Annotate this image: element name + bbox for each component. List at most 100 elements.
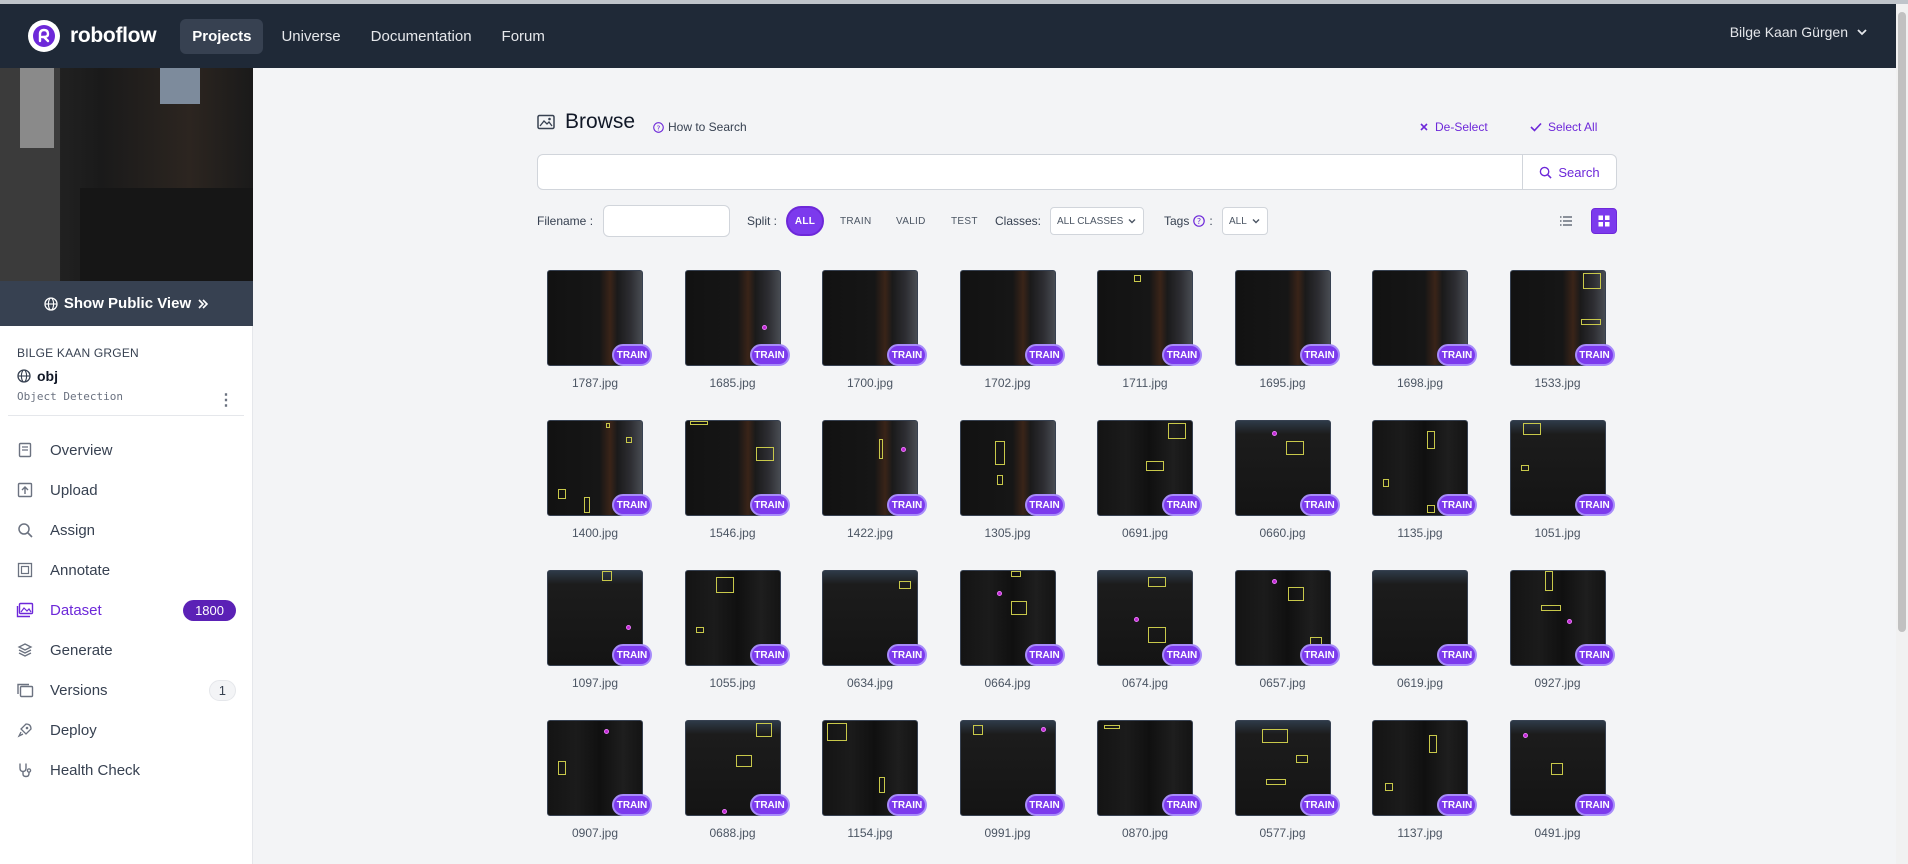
nav-universe[interactable]: Universe (269, 19, 352, 54)
deselect-button[interactable]: De-Select (1419, 120, 1488, 134)
split-badge: TRAIN (1162, 494, 1202, 516)
image-card[interactable]: TRAIN 0491.jpg (1500, 720, 1615, 850)
sidebar-item-deploy[interactable]: Deploy (0, 710, 252, 750)
user-menu[interactable]: Bilge Kaan Gürgen (1730, 24, 1868, 40)
image-card[interactable]: TRAIN 0657.jpg (1225, 570, 1340, 700)
how-to-search-link[interactable]: ? How to Search (653, 120, 747, 134)
sidebar-item-label: Health Check (50, 761, 141, 779)
grid-view-button[interactable] (1591, 208, 1617, 234)
svg-text:?: ? (657, 123, 661, 132)
sidebar-item-generate[interactable]: Generate (0, 630, 252, 670)
split-test-pill[interactable]: TEST (951, 204, 978, 238)
split-badge: TRAIN (1437, 644, 1477, 666)
image-card[interactable]: TRAIN 0634.jpg (812, 570, 927, 700)
image-card[interactable]: TRAIN 0660.jpg (1225, 420, 1340, 550)
sidebar-item-upload[interactable]: Upload (0, 470, 252, 510)
image-card[interactable]: TRAIN 1685.jpg (675, 270, 790, 400)
nav-forum[interactable]: Forum (490, 19, 557, 54)
image-card[interactable]: TRAIN 0664.jpg (950, 570, 1065, 700)
split-badge: TRAIN (1299, 494, 1340, 516)
user-name: Bilge Kaan Gürgen (1729, 24, 1848, 40)
image-filename: 0674.jpg (1121, 676, 1169, 690)
image-filename: 1051.jpg (1534, 526, 1581, 540)
image-filename: 1702.jpg (984, 376, 1031, 390)
image-card[interactable]: TRAIN 1787.jpg (537, 270, 652, 400)
split-train-pill[interactable]: TRAIN (840, 204, 872, 238)
image-card[interactable]: TRAIN 1698.jpg (1362, 270, 1477, 400)
sidebar-item-health-check[interactable]: Health Check (0, 750, 252, 790)
image-card[interactable]: TRAIN 0619.jpg (1362, 570, 1477, 700)
svg-text:?: ? (1197, 217, 1201, 226)
chevron-down-icon (1857, 29, 1867, 36)
sidebar-item-label: Versions (50, 681, 108, 699)
image-filename: 1695.jpg (1259, 376, 1306, 390)
image-card[interactable]: TRAIN 1135.jpg (1362, 420, 1477, 550)
image-card[interactable]: TRAIN 0691.jpg (1087, 420, 1202, 550)
image-card[interactable]: TRAIN 1700.jpg (812, 270, 927, 400)
filename-input[interactable] (603, 205, 730, 237)
nav-projects[interactable]: Projects (180, 18, 264, 54)
sidebar-item-assign[interactable]: Assign (0, 510, 252, 550)
stethoscope-icon (15, 760, 35, 780)
page-scrollbar[interactable] (1896, 4, 1908, 864)
page: { "nav": { "brand": "roboflow", "links":… (0, 0, 1908, 864)
dataset-count-badge: 1800 (183, 599, 236, 621)
image-card[interactable]: TRAIN 1154.jpg (812, 720, 927, 850)
versions-count-badge: 1 (208, 679, 236, 701)
image-filename: 1305.jpg (984, 526, 1031, 540)
image-card[interactable]: TRAIN 0907.jpg (537, 720, 652, 850)
sidebar-item-versions[interactable]: Versions 1 (0, 670, 252, 710)
split-all-pill[interactable]: ALL (786, 206, 824, 236)
image-filename: 1055.jpg (709, 676, 756, 690)
select-all-button[interactable]: Select All (1530, 120, 1597, 134)
sidebar-item-label: Generate (50, 641, 113, 659)
image-card[interactable]: TRAIN 1695.jpg (1225, 270, 1340, 400)
sidebar-item-overview[interactable]: Overview (0, 430, 252, 470)
question-circle-icon: ? (653, 121, 664, 133)
image-card[interactable]: TRAIN 0688.jpg (675, 720, 790, 850)
show-public-view-button[interactable]: Show Public View (0, 281, 253, 326)
image-filename: 0491.jpg (1534, 826, 1581, 840)
search-button[interactable]: Search (1523, 154, 1617, 190)
image-card[interactable]: TRAIN 1702.jpg (950, 270, 1065, 400)
nav-documentation[interactable]: Documentation (359, 19, 484, 54)
image-card[interactable]: TRAIN 1400.jpg (537, 420, 652, 550)
split-badge: TRAIN (1574, 644, 1615, 666)
project-options-kebab-icon[interactable]: ⋮ (218, 390, 234, 410)
browse-title-text: Browse (565, 110, 636, 133)
image-filename: 0927.jpg (1534, 676, 1581, 690)
split-badge: TRAIN (749, 794, 790, 816)
project-name-row: obj (17, 368, 252, 384)
image-card[interactable]: TRAIN 1305.jpg (950, 420, 1065, 550)
image-card[interactable]: TRAIN 0870.jpg (1087, 720, 1202, 850)
split-badge: TRAIN (1162, 344, 1202, 366)
search-button-label: Search (1558, 164, 1600, 180)
image-card[interactable]: TRAIN 0674.jpg (1087, 570, 1202, 700)
image-card[interactable]: TRAIN 1051.jpg (1500, 420, 1615, 550)
image-card[interactable]: TRAIN 1546.jpg (675, 420, 790, 550)
image-filename: 0907.jpg (571, 826, 619, 840)
classes-dropdown[interactable]: ALL CLASSES (1050, 207, 1145, 235)
scrollbar-thumb[interactable] (1898, 12, 1906, 632)
question-circle-icon[interactable]: ? (1193, 215, 1206, 227)
image-card[interactable]: TRAIN 1533.jpg (1500, 270, 1615, 400)
image-filename: 1135.jpg (1397, 526, 1443, 540)
image-card[interactable]: TRAIN 1137.jpg (1362, 720, 1477, 850)
roboflow-logo[interactable]: roboflow (28, 16, 157, 56)
tags-label: Tags (1164, 214, 1190, 228)
split-valid-pill[interactable]: VALID (896, 204, 926, 238)
tags-dropdown[interactable]: ALL (1222, 207, 1268, 235)
image-card[interactable]: TRAIN 0927.jpg (1500, 570, 1615, 700)
sidebar-item-annotate[interactable]: Annotate (0, 550, 252, 590)
image-card[interactable]: TRAIN 1097.jpg (537, 570, 652, 700)
search-input[interactable] (537, 154, 1523, 190)
list-view-button[interactable] (1553, 208, 1579, 234)
split-badge: TRAIN (612, 344, 652, 366)
split-badge: TRAIN (1299, 644, 1340, 666)
image-card[interactable]: TRAIN 1711.jpg (1087, 270, 1202, 400)
image-card[interactable]: TRAIN 1055.jpg (675, 570, 790, 700)
sidebar-item-dataset[interactable]: Dataset 1800 (0, 590, 252, 630)
image-card[interactable]: TRAIN 0577.jpg (1225, 720, 1340, 850)
image-card[interactable]: TRAIN 1422.jpg (812, 420, 927, 550)
image-card[interactable]: TRAIN 0991.jpg (950, 720, 1065, 850)
